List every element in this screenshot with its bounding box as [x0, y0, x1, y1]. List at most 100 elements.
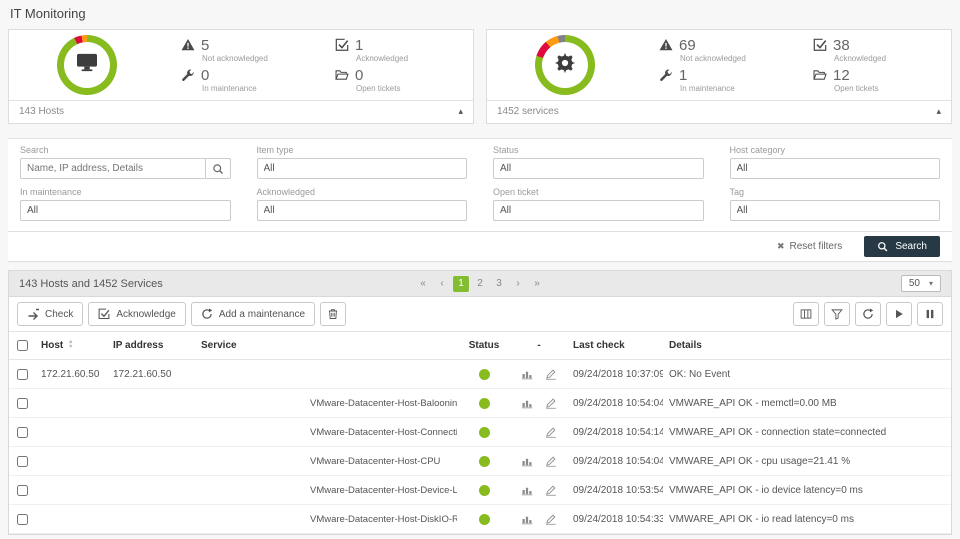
refresh-button[interactable] — [855, 302, 881, 326]
row-checkbox[interactable] — [16, 455, 28, 467]
status-column-header[interactable]: Status — [457, 332, 511, 361]
pagination-item[interactable]: 1 — [453, 275, 469, 292]
check-button[interactable]: Check — [17, 302, 84, 326]
table-row[interactable]: VMware-Datacenter-Host-DiskIO-Read 09/24… — [9, 504, 951, 535]
row-checkbox[interactable] — [16, 513, 28, 525]
status-select[interactable] — [493, 158, 704, 179]
pagination-item[interactable]: › — [510, 276, 526, 292]
table-row[interactable]: VMware-Datacenter-Host-Balooning 09/24/2… — [9, 388, 951, 419]
sort-icon[interactable]: ▴ ▾ — [69, 339, 72, 350]
pagination-item[interactable]: ‹ — [434, 276, 450, 292]
table-toolbar: Check Acknowledge Add a maintenance — [9, 297, 951, 332]
graph-icon[interactable] — [521, 484, 533, 496]
status-dot — [478, 426, 490, 438]
results-table: Host ▴ ▾ IP address Service Status - Last … — [9, 332, 951, 535]
stat-value: 12 — [833, 66, 850, 84]
wrench-icon — [181, 68, 195, 82]
stat-label: In maintenance — [202, 83, 257, 93]
last-check-cell: 09/24/2018 10:54:04 — [567, 446, 663, 477]
table-row[interactable]: VMware-Datacenter-Host-CPU 09/24/2018 10… — [9, 446, 951, 477]
last-check-cell: 09/24/2018 10:53:54 — [567, 475, 663, 506]
pagination-item[interactable]: 3 — [491, 276, 507, 292]
service-cell: VMware-Datacenter-Host-ConnectionState — [195, 417, 457, 448]
host-column-header[interactable]: Host ▴ ▾ — [35, 332, 107, 361]
edit-icon[interactable] — [545, 426, 557, 438]
results-panel: 143 Hosts and 1452 Services «‹ 1 2 3 ›» 50 ▾… — [8, 270, 952, 536]
stat-label: Open tickets — [834, 83, 879, 93]
status-dot — [478, 455, 490, 467]
actions-column-header: - — [511, 332, 567, 361]
edit-icon[interactable] — [545, 455, 557, 467]
row-checkbox[interactable] — [16, 397, 28, 409]
acknowledged-select[interactable] — [256, 200, 467, 221]
in-maintenance-select[interactable] — [20, 200, 231, 221]
delete-button[interactable] — [320, 302, 347, 326]
edit-icon[interactable] — [545, 397, 557, 409]
table-header-row: Host ▴ ▾ IP address Service Status - Last … — [9, 332, 951, 361]
graph-icon[interactable] — [521, 513, 533, 525]
acknowledge-button[interactable]: Acknowledge — [88, 302, 186, 326]
collapse-caret-icon[interactable]: ▴ — [458, 106, 463, 117]
service-cell: VMware-Datacenter-Host-DiskIO-Read — [195, 504, 457, 535]
stat-label: Not acknowledged — [202, 53, 268, 63]
edit-icon[interactable] — [545, 513, 557, 525]
check-square-icon — [813, 38, 827, 52]
pagination-item[interactable]: » — [529, 276, 545, 292]
item-type-select[interactable] — [256, 158, 467, 179]
open-ticket-select[interactable] — [493, 200, 704, 221]
table-row[interactable]: VMware-Datacenter-Host-ConnectionState 0… — [9, 417, 951, 448]
host-header-label: Host — [41, 340, 64, 352]
table-row[interactable]: VMware-Datacenter-Host-Device-Latency 09… — [9, 475, 951, 506]
columns-button[interactable] — [793, 302, 819, 326]
select-all-checkbox[interactable] — [16, 340, 28, 351]
services-status-donut[interactable] — [535, 35, 595, 95]
page-size-select[interactable]: 50 ▾ — [900, 275, 941, 292]
host-cell — [35, 504, 107, 535]
service-column-header[interactable]: Service — [195, 332, 457, 361]
status-dot — [478, 484, 490, 496]
collapse-caret-icon[interactable]: ▴ — [936, 106, 941, 117]
search-icon-button[interactable] — [204, 158, 231, 179]
ip-column-header[interactable]: IP address — [107, 332, 195, 361]
hosts-stats: 5 Not acknowledged 1 Acknowledged 0 In m… — [181, 38, 463, 93]
reset-filters-button[interactable]: ✖ Reset filters — [771, 240, 848, 253]
funnel-icon — [831, 309, 843, 320]
tag-select[interactable] — [729, 200, 940, 221]
pause-button[interactable] — [917, 302, 943, 326]
stat-acknowledged: 38 Acknowledged — [813, 38, 941, 63]
check-label: Check — [45, 308, 74, 320]
filter-tag: Tag — [729, 187, 940, 221]
play-button[interactable] — [886, 302, 912, 326]
add-maintenance-button[interactable]: Add a maintenance — [190, 302, 316, 326]
table-row[interactable]: 172.21.60.50 172.21.60.50 09/24/2018 10:… — [9, 359, 951, 390]
details-cell: OK: No Event — [663, 359, 951, 390]
row-checkbox[interactable] — [16, 426, 28, 438]
host-category-select[interactable] — [729, 158, 940, 179]
service-cell: VMware-Datacenter-Host-CPU — [195, 446, 457, 477]
row-checkbox[interactable] — [16, 484, 28, 496]
filter-label: Tag — [729, 187, 745, 197]
details-column-header[interactable]: Details — [663, 332, 951, 361]
last-check-cell: 09/24/2018 10:54:04 — [567, 388, 663, 419]
status-dot — [478, 513, 490, 525]
graph-icon[interactable] — [521, 397, 533, 409]
columns-icon — [800, 309, 812, 319]
edit-icon[interactable] — [545, 368, 557, 380]
filter-label: Item type — [256, 145, 294, 155]
warning-icon — [181, 38, 195, 52]
graph-icon[interactable] — [521, 368, 533, 380]
hosts-status-donut[interactable] — [57, 35, 117, 95]
pagination-item[interactable]: « — [415, 276, 431, 292]
edit-icon[interactable] — [545, 484, 557, 496]
filter-button[interactable] — [824, 302, 850, 326]
folder-open-icon — [335, 68, 349, 82]
pagination-item[interactable]: 2 — [472, 276, 488, 292]
last-check-column-header[interactable]: Last check — [567, 332, 663, 361]
search-input[interactable] — [20, 158, 231, 179]
results-titlebar: 143 Hosts and 1452 Services «‹ 1 2 3 ›» 50 ▾ — [9, 271, 951, 297]
stat-value: 38 — [833, 36, 850, 54]
row-checkbox[interactable] — [16, 368, 28, 380]
search-submit-button[interactable]: Search — [864, 236, 940, 257]
card-footer-label: 1452 services — [497, 106, 559, 117]
graph-icon[interactable] — [521, 455, 533, 467]
